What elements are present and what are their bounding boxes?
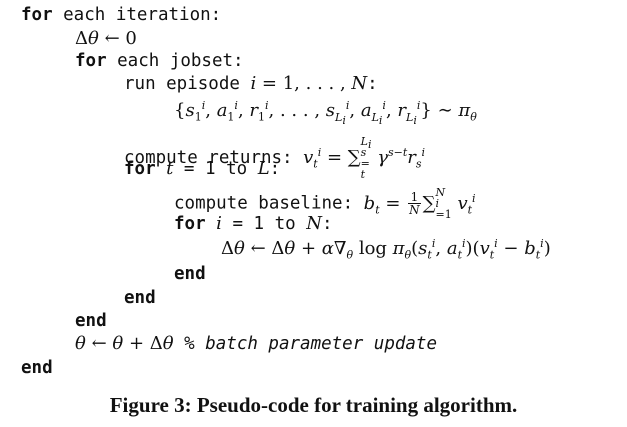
math-expression: bt = 1 N ∑ Ni =1 vti	[363, 186, 476, 221]
code-line-end-t: end	[124, 287, 156, 309]
keyword-for: for	[124, 159, 156, 179]
code-text: run episode	[124, 74, 251, 94]
code-text: = 1 to	[221, 214, 307, 234]
keyword-end: end	[21, 358, 53, 378]
code-text: = 1 to	[173, 159, 258, 179]
code-line-for-jobset: for each jobset:	[75, 50, 244, 72]
math-expression: θ ← θ + Δθ	[75, 333, 174, 354]
math-var-N: N	[306, 213, 322, 234]
keyword-for: for	[75, 51, 107, 71]
code-line-init-delta: Δθ ← 0	[75, 28, 137, 50]
code-line-for-t: for t = 1 to L:	[124, 158, 281, 179]
code-comment: % batch parameter update	[184, 334, 438, 354]
code-line-for-iteration: for each iteration:	[21, 4, 221, 26]
pseudo-code-block: for each iteration: Δθ ← 0 for each jobs…	[0, 0, 627, 390]
code-line-batch-update: θ ← θ + Δθ % batch parameter update	[75, 333, 437, 355]
math-expression: i = 1, . . . , N	[250, 73, 368, 94]
code-text: each jobset:	[106, 51, 244, 71]
code-line-for-i: for i = 1 to N:	[174, 213, 333, 234]
code-line-run-episode: run episode i = 1, . . . , N:	[124, 73, 378, 94]
keyword-for: for	[21, 5, 53, 25]
code-line-end-iteration: end	[21, 357, 53, 379]
math-expression: Δθ ← Δθ + α∇θ log πθ(sti, ati)(vti − bti…	[221, 237, 551, 262]
code-line-trajectory: {s1i, a1i, r1i, . . . , sLii, aLii, rLii…	[174, 99, 477, 127]
math-expression: Δθ ← 0	[75, 28, 137, 49]
keyword-for: for	[174, 214, 206, 234]
code-text: each iteration:	[52, 5, 222, 25]
math-var-L: L	[257, 158, 270, 179]
code-line-gradient-update: Δθ ← Δθ + α∇θ log πθ(sti, ati)(vti − bti…	[221, 237, 551, 262]
figure-caption: Figure 3: Pseudo-code for training algor…	[109, 393, 518, 417]
code-line-end-i: end	[174, 263, 206, 285]
code-text: compute baseline:	[174, 193, 364, 214]
math-expression: {s1i, a1i, r1i, . . . , sLii, aLii, rLii…	[174, 99, 477, 127]
keyword-end: end	[75, 311, 107, 331]
code-line-end-jobset: end	[75, 310, 107, 332]
keyword-end: end	[174, 264, 206, 284]
math-expression: vti = ∑ Li s = t γs−trsi	[303, 135, 426, 181]
keyword-end: end	[124, 288, 156, 308]
